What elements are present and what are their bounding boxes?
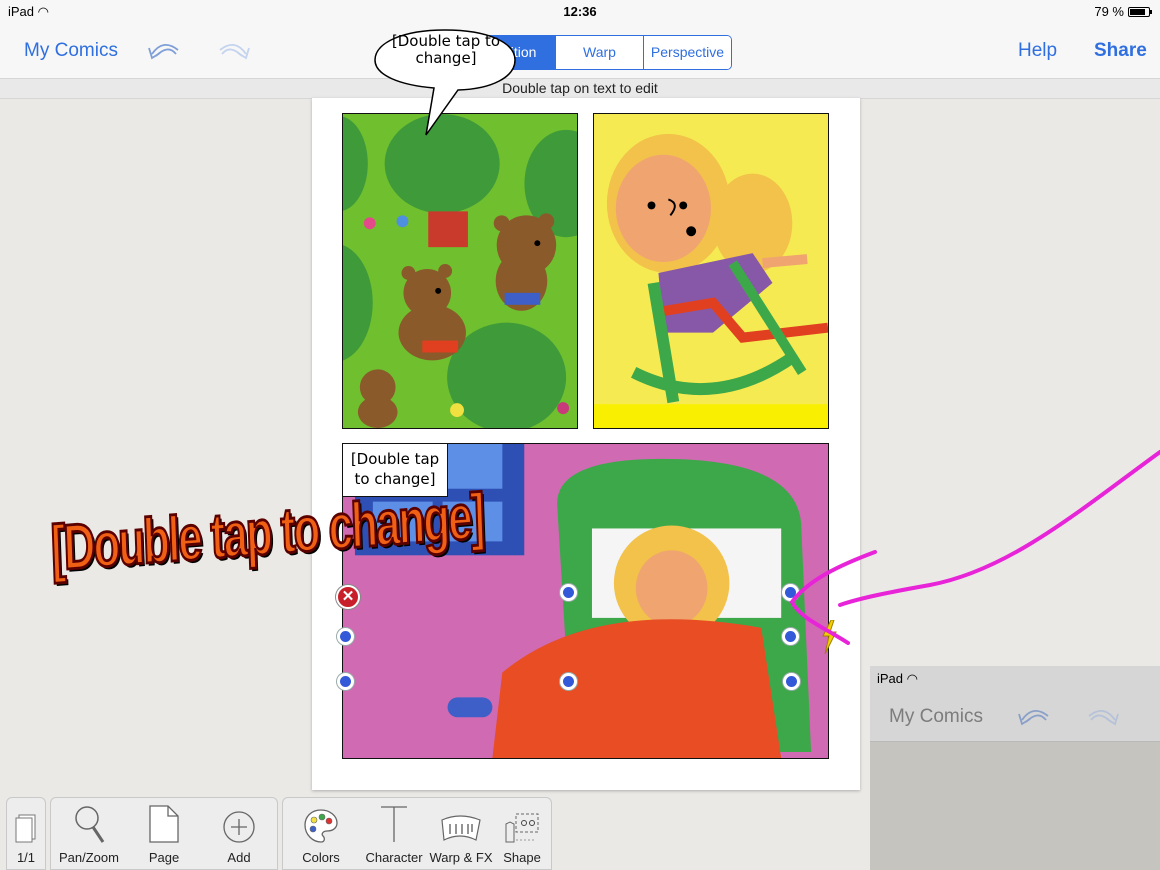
status-bar: iPad ◠ 12:36 79 % (0, 0, 1160, 24)
segment-warp[interactable]: Warp (555, 36, 643, 69)
segment-perspective[interactable]: Perspective (643, 36, 731, 69)
plus-circle-icon (223, 811, 255, 843)
redo-icon[interactable] (214, 36, 252, 64)
page-indicator[interactable]: 1/1 (7, 798, 45, 870)
app-switcher-overlay: iPad ◠ My Comics (870, 666, 1160, 870)
overlay-header: iPad ◠ My Comics (870, 666, 1160, 742)
overlay-status-device: iPad ◠ (877, 671, 918, 686)
hint-bar: Double tap on text to edit (0, 78, 1160, 99)
page-button[interactable]: Page (127, 798, 201, 870)
help-button[interactable]: Help (1018, 40, 1057, 62)
pages-icon (15, 814, 36, 843)
shape-button[interactable]: Shape (493, 798, 551, 870)
page-icon (149, 805, 179, 843)
speech-bubble[interactable]: [Double tap to change] (374, 29, 516, 136)
warp-fx-icon (441, 815, 481, 841)
add-button[interactable]: Add (201, 798, 277, 870)
annotation-stroke (789, 450, 1160, 645)
scissors-shape-icon (505, 813, 539, 843)
status-time: 12:36 (563, 4, 597, 19)
bottom-toolbar: 1/1 Pan/Zoom Page Add Colors Character W… (6, 797, 552, 870)
handle-top-center[interactable] (560, 584, 577, 601)
overlay-title: My Comics (889, 706, 983, 727)
text-cursor-icon (381, 806, 407, 842)
handle-middle-left[interactable] (337, 628, 354, 645)
overlay-redo-icon (1088, 710, 1119, 726)
status-battery: 79 % (1094, 4, 1152, 19)
my-comics-button[interactable]: My Comics (24, 40, 118, 62)
girl-rocking-chair-illustration (594, 114, 828, 428)
character-button[interactable]: Character (359, 798, 429, 870)
element-tool-group: Colors Character Warp & FX Shape (282, 797, 552, 870)
panel-bears-forest[interactable] (342, 113, 578, 429)
canvas-tool-group: Pan/Zoom Page Add (50, 797, 278, 870)
handle-bottom-center[interactable] (560, 673, 577, 690)
share-button[interactable]: Share (1094, 40, 1147, 62)
handle-bottom-left[interactable] (337, 673, 354, 690)
comic-page[interactable]: [Double tap to change] (312, 98, 860, 790)
delete-element-button[interactable]: ✕ (336, 585, 360, 609)
magnifier-icon (75, 806, 105, 843)
bears-forest-illustration (343, 114, 577, 428)
navigation-bar: My Comics Position Warp Perspective Help… (0, 24, 1160, 78)
warp-fx-button[interactable]: Warp & FX (429, 798, 493, 870)
pan-zoom-button[interactable]: Pan/Zoom (51, 798, 127, 870)
undo-icon[interactable] (146, 36, 184, 64)
overlay-undo-icon (1018, 710, 1049, 726)
colors-button[interactable]: Colors (283, 798, 359, 870)
page-tool-group: 1/1 (6, 797, 46, 870)
overlay-wifi-icon: ◠ (906, 671, 918, 686)
panel-girl-rocking-chair[interactable] (593, 113, 829, 429)
palette-icon (304, 809, 338, 843)
handle-bottom-right[interactable] (783, 673, 800, 690)
battery-icon (1128, 6, 1152, 17)
speech-bubble-text: [Double tap to change] (391, 32, 501, 67)
